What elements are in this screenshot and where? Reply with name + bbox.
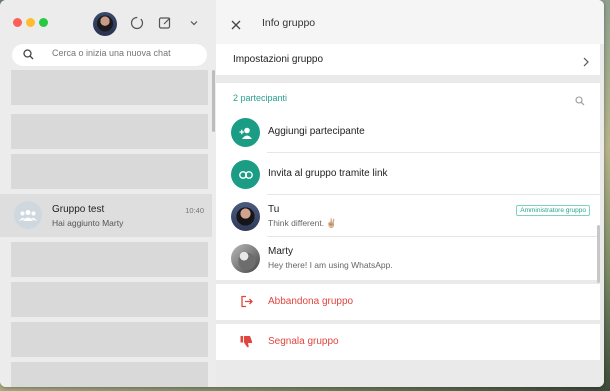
close-icon[interactable] — [231, 17, 241, 30]
search-input[interactable] — [52, 48, 202, 58]
chevron-down-icon[interactable] — [186, 15, 202, 31]
group-info-panel: Info gruppo Impostazioni gruppo 2 partec… — [216, 0, 604, 387]
participant-row[interactable]: Tu Think different. ✌🏼 Amministratore gr… — [216, 196, 600, 237]
zoom-window-button[interactable] — [39, 18, 48, 27]
avatar — [231, 244, 260, 273]
participant-name: Tu — [268, 204, 280, 215]
my-avatar[interactable] — [93, 12, 117, 36]
group-avatar-icon — [14, 201, 42, 229]
chat-item-gruppo-test[interactable]: Gruppo test Hai aggiunto Marty 10:40 — [0, 194, 212, 237]
admin-badge: Amministratore gruppo — [516, 205, 590, 216]
thumbs-down-icon — [240, 335, 253, 348]
app-window: Gruppo test Hai aggiunto Marty 10:40 Inf… — [0, 0, 604, 387]
sidebar-scrollbar[interactable] — [212, 70, 215, 132]
divider — [267, 194, 600, 195]
info-scrollbar[interactable] — [597, 225, 600, 283]
report-group-row[interactable]: Segnala gruppo — [216, 324, 600, 360]
status-icon[interactable] — [129, 15, 145, 31]
panel-title: Info gruppo — [262, 17, 316, 29]
report-group-label: Segnala gruppo — [268, 336, 339, 347]
chat-name: Gruppo test — [52, 204, 105, 215]
participant-name: Marty — [268, 246, 293, 257]
participants-section: 2 partecipanti Aggiungi partecipante Inv… — [216, 83, 600, 280]
chat-list: Gruppo test Hai aggiunto Marty 10:40 — [0, 70, 212, 387]
participant-status: Hey there! I am using WhatsApp. — [268, 260, 393, 270]
chat-placeholder[interactable] — [11, 362, 208, 387]
chat-placeholder[interactable] — [11, 322, 208, 357]
chat-placeholder[interactable] — [11, 154, 208, 189]
chat-placeholder[interactable] — [11, 282, 208, 317]
chat-placeholder[interactable] — [11, 114, 208, 149]
chat-sidebar: Gruppo test Hai aggiunto Marty 10:40 — [0, 0, 216, 387]
group-settings-label: Impostazioni gruppo — [233, 54, 324, 65]
chat-time: 10:40 — [185, 206, 204, 215]
divider — [267, 236, 600, 237]
chat-placeholder[interactable] — [11, 70, 208, 105]
invite-link-row[interactable]: Invita al gruppo tramite link — [216, 154, 600, 195]
link-icon — [231, 160, 260, 189]
minimize-window-button[interactable] — [26, 18, 35, 27]
group-settings-row[interactable]: Impostazioni gruppo — [216, 44, 600, 75]
participant-status: Think different. ✌🏼 — [268, 218, 338, 228]
chevron-right-icon — [582, 54, 590, 67]
chat-placeholder[interactable] — [11, 242, 208, 277]
sidebar-titlebar — [0, 0, 216, 44]
search-icon — [22, 48, 35, 61]
participant-row[interactable]: Marty Hey there! I am using WhatsApp. — [216, 238, 600, 279]
chat-last-message: Hai aggiunto Marty — [52, 218, 124, 228]
search-bar[interactable] — [12, 44, 207, 66]
avatar — [231, 202, 260, 231]
exit-icon — [240, 295, 253, 308]
leave-group-row[interactable]: Abbandona gruppo — [216, 284, 600, 320]
add-participant-row[interactable]: Aggiungi partecipante — [216, 112, 600, 153]
close-window-button[interactable] — [13, 18, 22, 27]
new-chat-icon[interactable] — [157, 15, 173, 31]
invite-link-label: Invita al gruppo tramite link — [268, 168, 388, 179]
add-person-icon — [231, 118, 260, 147]
info-header: Info gruppo — [216, 0, 604, 44]
search-icon[interactable] — [575, 93, 585, 106]
add-participant-label: Aggiungi partecipante — [268, 126, 365, 137]
participants-count: 2 partecipanti — [233, 93, 288, 103]
leave-group-label: Abbandona gruppo — [268, 296, 354, 307]
divider — [267, 152, 600, 153]
